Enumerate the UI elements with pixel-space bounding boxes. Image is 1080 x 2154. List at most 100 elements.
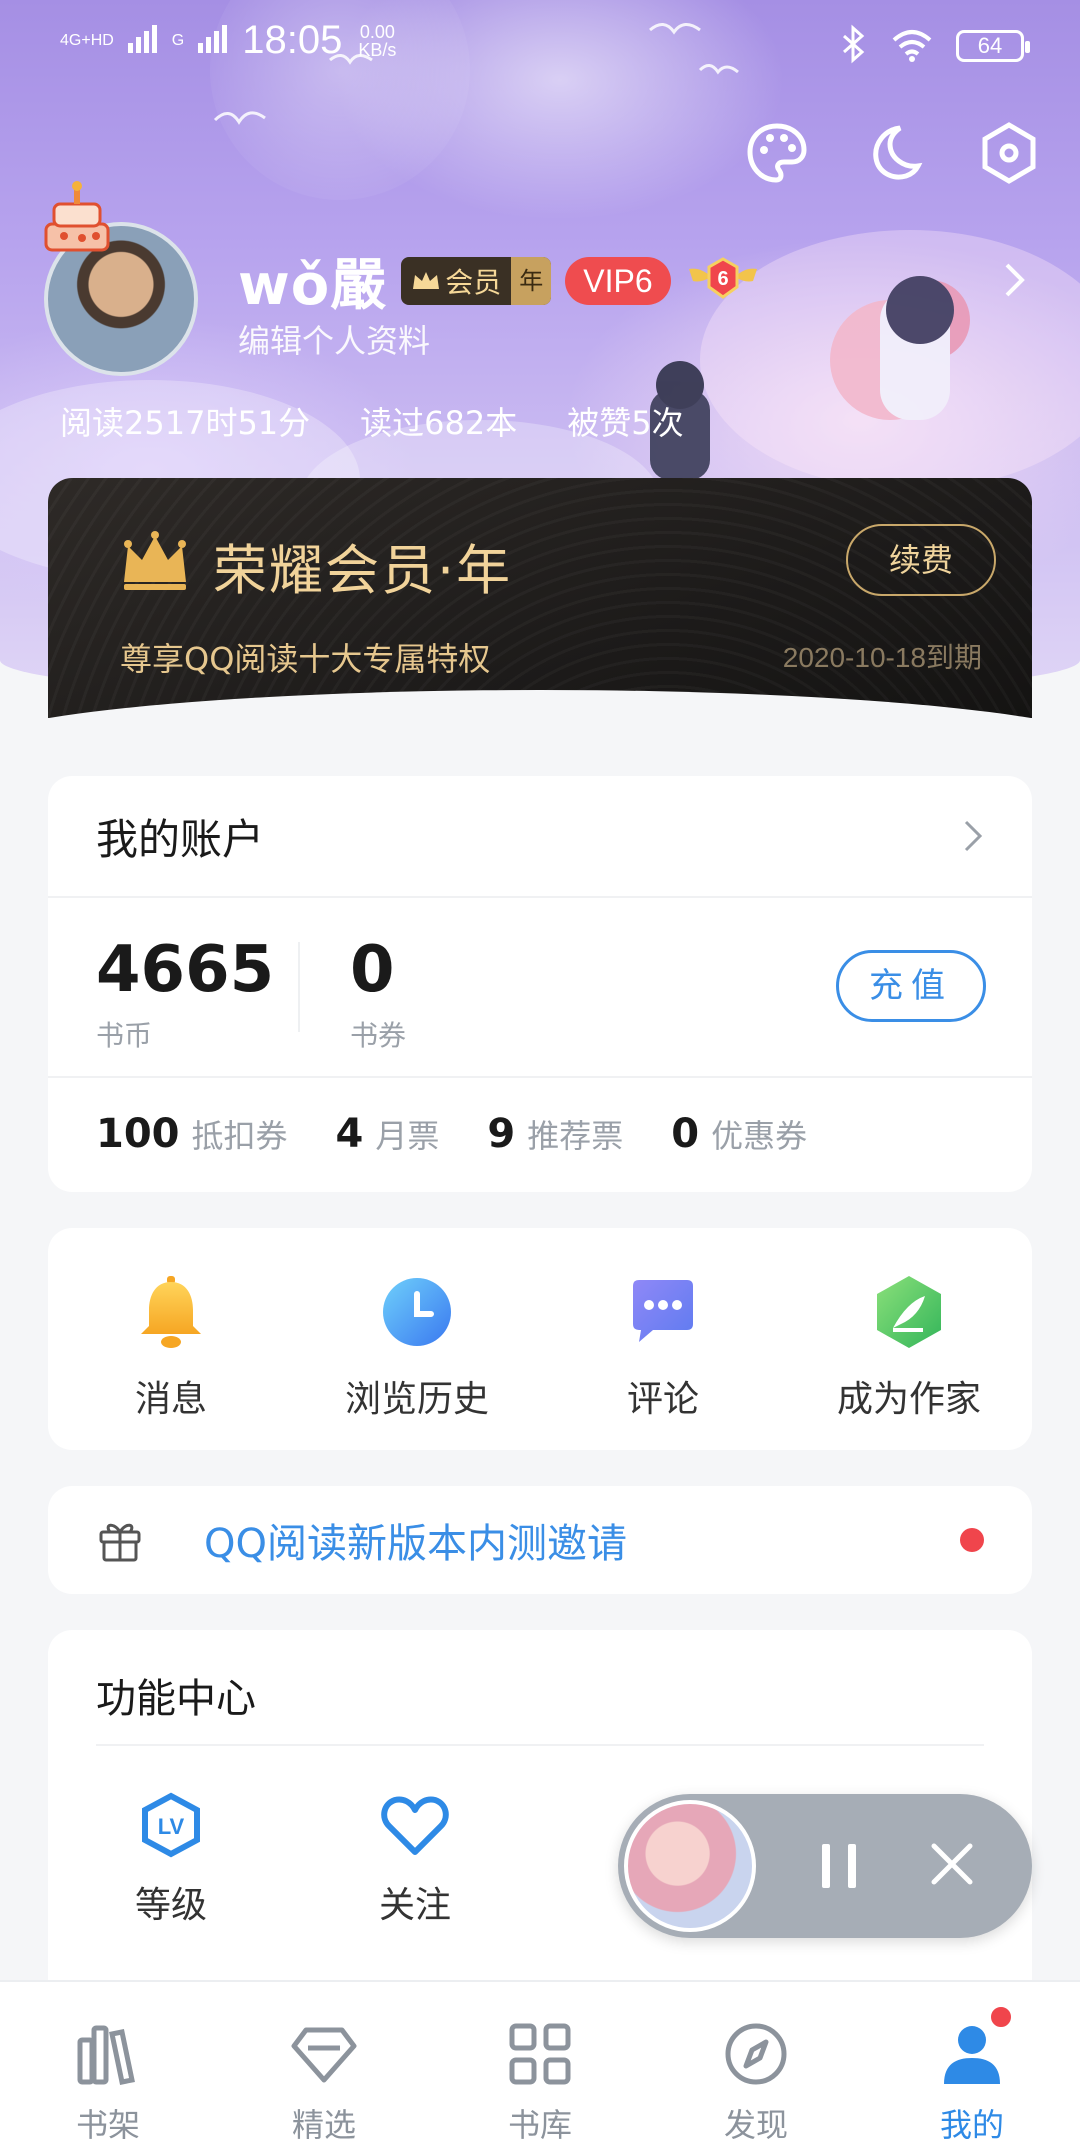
function-label: 等级 (134, 1885, 207, 1926)
function-label: 关注 (378, 1885, 451, 1926)
vip-expire-date: 2020-10-18到期 (782, 642, 982, 673)
quick-action-label: 消息 (134, 1379, 207, 1420)
nav-label: 书库 (507, 2106, 572, 2144)
divider (298, 942, 300, 1032)
quick-action-label: 浏览历史 (344, 1379, 489, 1420)
clock-time: 18:05 (242, 18, 343, 62)
level-badge-number: 6 (717, 268, 728, 290)
coins-value: 4665 (96, 933, 275, 1007)
level-icon: LV (142, 1792, 200, 1858)
floating-audio-player[interactable] (618, 1794, 1032, 1938)
ticket-label: 推荐票 (527, 1117, 624, 1155)
quick-actions-card: 消息 浏览历史 评论 成为作家 (48, 1228, 1032, 1450)
header-actions (744, 120, 1042, 186)
function-level[interactable]: LV 等级 (96, 1790, 246, 1928)
quick-action-label: 成为作家 (836, 1379, 981, 1420)
avatar-container[interactable] (42, 180, 202, 380)
ticket-label: 月票 (375, 1117, 440, 1155)
chat-bubble-icon (633, 1280, 693, 1342)
account-header[interactable]: 我的账户 (48, 776, 1032, 898)
close-icon[interactable] (928, 1840, 976, 1888)
crown-icon (124, 531, 186, 590)
ticket-label: 抵扣券 (191, 1117, 288, 1155)
vouchers-balance[interactable]: 0 书券 (350, 934, 406, 1054)
edit-profile-link[interactable]: 编辑个人资料 (238, 316, 430, 362)
speed-value: 0.00 (359, 21, 395, 42)
member-badge[interactable]: 会员 年 (401, 256, 552, 305)
nav-label: 我的 (939, 2106, 1004, 2144)
ticket-value: 9 (487, 1111, 516, 1157)
coins-balance[interactable]: 4665 书币 (96, 934, 274, 1054)
bookshelf-icon (77, 2025, 135, 2085)
speed-unit: KB/s (358, 39, 397, 60)
quick-action-history[interactable]: 浏览历史 (294, 1228, 540, 1450)
ticket-recommend[interactable]: 9 推荐票 (487, 1111, 623, 1157)
ticket-value: 4 (335, 1111, 364, 1157)
heart-icon (381, 1796, 449, 1855)
status-bar: 4G+HD G 18:05 0.00 KB/s 64 (0, 0, 1080, 90)
vip-subtitle: 尊享QQ阅读十大专属特权 (120, 640, 491, 678)
wifi-icon (890, 26, 934, 66)
pause-icon[interactable] (818, 1842, 862, 1890)
diamond-icon (291, 2027, 357, 2083)
vip-title: 荣耀会员·年 (213, 539, 513, 602)
nav-profile[interactable]: 我的 (864, 1982, 1080, 2154)
notification-dot (960, 1528, 984, 1552)
nav-discover[interactable]: 发现 (648, 1982, 864, 2154)
network-indicator: 4G+HD (60, 31, 114, 49)
battery-indicator: 64 (956, 30, 1030, 62)
vip-level-badge[interactable]: VIP6 (565, 256, 671, 305)
quick-action-label: 评论 (626, 1379, 699, 1420)
vip-membership-card[interactable]: 荣耀会员·年 尊享QQ阅读十大专属特权 2020-10-18到期 续费 (48, 478, 1032, 718)
reading-time[interactable]: 阅读2517时51分 (60, 398, 310, 444)
quill-icon (877, 1276, 941, 1348)
ticket-discount[interactable]: 100 抵扣券 (96, 1111, 288, 1157)
quick-action-comments[interactable]: 评论 (540, 1228, 786, 1450)
network-speed: 0.00 KB/s (358, 23, 396, 59)
birthday-cake-icon (44, 181, 110, 252)
account-card: 我的账户 4665 书币 0 书券 充值 100 抵扣券 4 月票 9 推荐票 … (48, 776, 1032, 1192)
ticket-value: 100 (96, 1111, 180, 1157)
nav-label: 发现 (723, 2106, 788, 2144)
ticket-coupon[interactable]: 0 优惠券 (671, 1111, 807, 1157)
nav-label: 书架 (75, 2106, 140, 2144)
books-read[interactable]: 读过682本 (360, 398, 517, 444)
nav-featured[interactable]: 精选 (216, 1982, 432, 2154)
crown-icon (413, 271, 440, 289)
nav-bookshelf[interactable]: 书架 (0, 1982, 216, 2154)
function-center-title: 功能中心 (96, 1676, 256, 1722)
ticket-label: 优惠券 (711, 1117, 808, 1155)
palette-icon[interactable] (744, 120, 810, 186)
beta-invite-banner[interactable]: QQ阅读新版本内测邀请 (48, 1486, 1032, 1594)
ticket-monthly[interactable]: 4 月票 (336, 1111, 440, 1157)
quick-action-become-writer[interactable]: 成为作家 (786, 1228, 1032, 1450)
quick-action-messages[interactable]: 消息 (48, 1228, 294, 1450)
ticket-value: 0 (671, 1111, 700, 1157)
signal-icon (127, 18, 162, 63)
chevron-right-icon (964, 820, 983, 852)
bottom-navigation: 书架 精选 书库 发现 我的 (0, 1980, 1080, 2154)
svg-text:LV: LV (158, 1814, 185, 1839)
bell-icon (141, 1276, 201, 1348)
account-balance: 4665 书币 0 书券 充值 (48, 898, 1032, 1078)
vouchers-label: 书券 (350, 1019, 407, 1052)
ticket-row: 100 抵扣券 4 月票 9 推荐票 0 优惠券 (48, 1078, 1032, 1190)
divider (96, 1744, 984, 1746)
level-wings-badge[interactable]: 6 (685, 253, 761, 309)
username-row[interactable]: wǒ嚴 会员 年 VIP6 6 (238, 240, 761, 321)
notification-dot (988, 2004, 1014, 2030)
nav-label: 精选 (291, 2106, 356, 2144)
settings-icon[interactable] (976, 120, 1042, 186)
night-mode-icon[interactable] (860, 120, 926, 186)
gift-icon (99, 1523, 141, 1562)
audio-cover[interactable] (624, 1800, 756, 1932)
likes-count[interactable]: 被赞5次 (567, 398, 683, 444)
renew-button[interactable]: 续费 (846, 524, 996, 596)
chevron-right-icon[interactable] (1002, 260, 1028, 300)
coins-label: 书币 (96, 1019, 153, 1052)
account-title: 我的账户 (96, 814, 265, 864)
function-follow[interactable]: 关注 (340, 1790, 490, 1928)
reading-stats: 阅读2517时51分 读过682本 被赞5次 (60, 398, 684, 444)
nav-library[interactable]: 书库 (432, 1982, 648, 2154)
recharge-button[interactable]: 充值 (836, 950, 986, 1022)
